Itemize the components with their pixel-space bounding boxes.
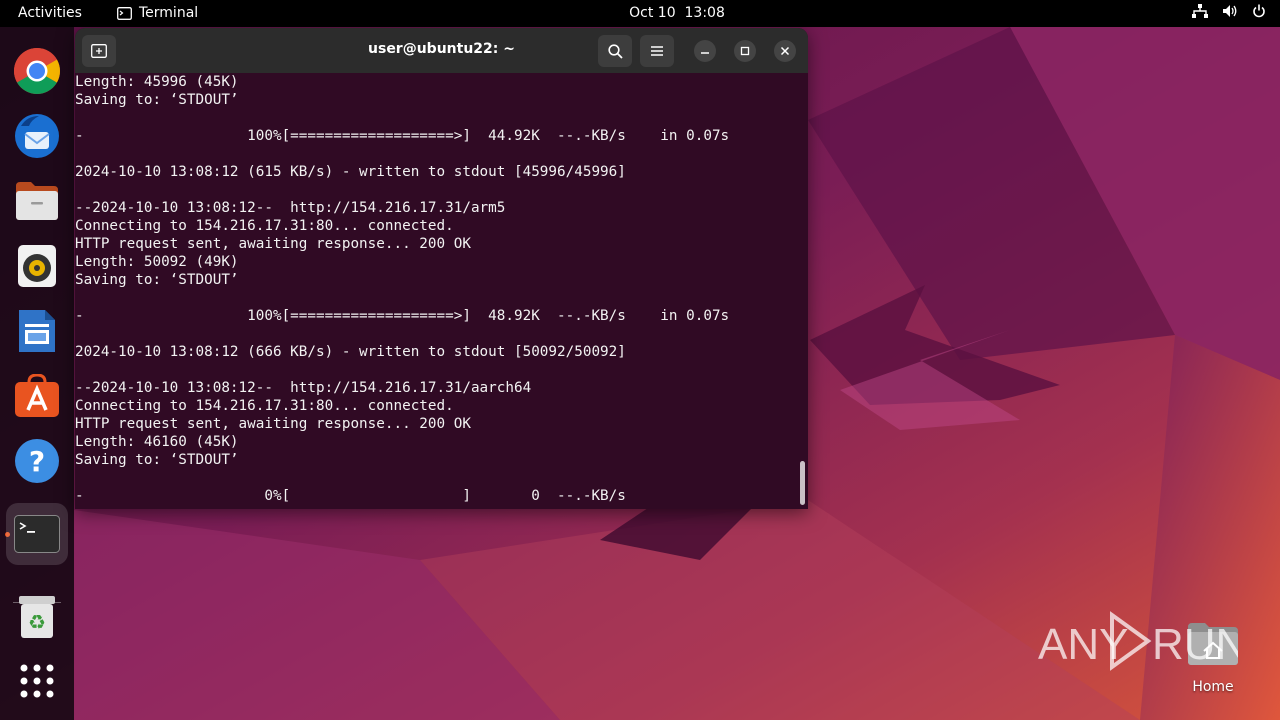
terminal-line: Saving to: ‘STDOUT’	[75, 272, 239, 288]
terminal-headerbar[interactable]: user@ubuntu22: ~	[75, 28, 808, 73]
software-store-icon	[15, 374, 59, 417]
status-menu[interactable]	[1192, 4, 1266, 18]
close-button[interactable]	[774, 40, 796, 62]
minimize-icon	[701, 52, 709, 54]
search-button[interactable]	[598, 35, 632, 67]
dock-libreoffice-writer[interactable]	[13, 307, 61, 355]
dock-files[interactable]	[13, 177, 61, 225]
volume-icon	[1223, 5, 1237, 17]
terminal-line: Saving to: ‘STDOUT’	[75, 452, 239, 468]
network-icon	[1192, 4, 1208, 18]
dock-chrome[interactable]	[13, 47, 61, 95]
terminal-line: - 100%[===================>] 44.92K --.-…	[75, 128, 730, 144]
terminal-line: Connecting to 154.216.17.31:80... connec…	[75, 398, 454, 414]
dock-rhythmbox[interactable]	[13, 242, 61, 290]
top-bar: Activities Terminal Oct 10 13:08	[0, 0, 1280, 27]
svg-text:♻: ♻	[28, 610, 46, 634]
dock-help[interactable]: ?	[13, 437, 61, 485]
maximize-button[interactable]	[734, 40, 756, 62]
desktop-home-label: Home	[1192, 679, 1234, 695]
terminal-window[interactable]: user@ubuntu22: ~ Length: 45996 (45K) Savi…	[75, 28, 808, 509]
dock-trash[interactable]: ♻	[13, 593, 61, 641]
terminal-line: HTTP request sent, awaiting response... …	[75, 236, 471, 252]
terminal-line: Saving to: ‘STDOUT’	[75, 92, 239, 108]
terminal-output[interactable]: Length: 45996 (45K) Saving to: ‘STDOUT’ - …	[75, 73, 808, 509]
rhythmbox-icon	[18, 245, 56, 287]
files-icon	[16, 182, 58, 220]
menu-button[interactable]	[640, 35, 674, 67]
terminal-line: --2024-10-10 13:08:12-- http://154.216.1…	[75, 380, 532, 396]
terminal-line: - 0%[ ] 0 --.-KB/s	[75, 488, 626, 504]
trash-icon: ♻	[19, 596, 55, 638]
clock-time: 13:08	[684, 5, 725, 21]
terminal-line: 2024-10-10 13:08:12 (666 KB/s) - written…	[75, 344, 626, 360]
terminal-icon	[14, 515, 60, 553]
terminal-line: Connecting to 154.216.17.31:80... connec…	[75, 218, 454, 234]
app-grid-icon	[20, 664, 54, 698]
terminal-line: Length: 46160 (45K)	[75, 434, 239, 450]
scrollbar[interactable]	[800, 461, 805, 505]
anyrun-watermark: ANY RUN	[1038, 611, 1238, 671]
dock-thunderbird[interactable]	[13, 112, 61, 160]
dock-show-applications[interactable]	[13, 657, 61, 705]
power-icon	[1253, 4, 1265, 18]
terminal-line: HTTP request sent, awaiting response... …	[75, 416, 471, 432]
svg-text:?: ?	[29, 445, 45, 478]
watermark-text-left: ANY	[1038, 620, 1128, 669]
minimize-button[interactable]	[694, 40, 716, 62]
dock-terminal[interactable]	[6, 503, 68, 565]
search-icon	[607, 43, 623, 59]
clock-date: Oct 10	[629, 5, 676, 21]
writer-icon	[19, 310, 55, 352]
watermark-text-right: RUN	[1152, 620, 1238, 669]
terminal-line: Length: 50092 (49K)	[75, 254, 239, 270]
maximize-icon	[740, 46, 750, 56]
help-icon: ?	[15, 439, 59, 483]
chrome-icon	[14, 48, 60, 94]
thunderbird-icon	[15, 114, 59, 158]
terminal-line: Length: 45996 (45K)	[75, 74, 239, 90]
dock: ? ♻	[0, 27, 74, 720]
dock-ubuntu-software[interactable]	[13, 372, 61, 420]
clock[interactable]: Oct 10 13:08	[0, 5, 1280, 21]
hamburger-menu-icon	[651, 46, 663, 56]
terminal-line: 2024-10-10 13:08:12 (615 KB/s) - written…	[75, 164, 626, 180]
terminal-line: --2024-10-10 13:08:12-- http://154.216.1…	[75, 200, 506, 216]
terminal-line: - 100%[===================>] 48.92K --.-…	[75, 308, 730, 324]
close-icon	[780, 46, 790, 56]
